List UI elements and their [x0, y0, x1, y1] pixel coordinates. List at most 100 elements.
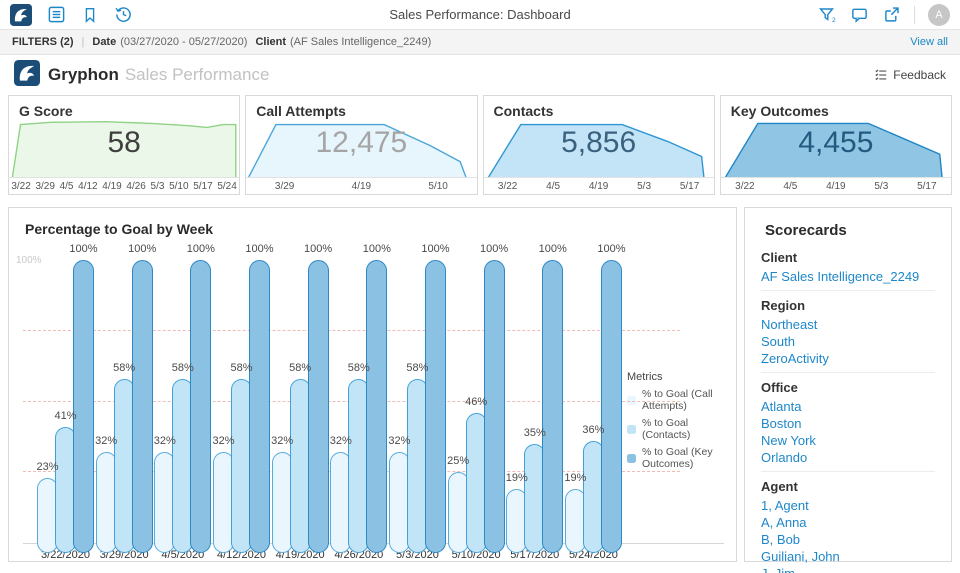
kpi-value: 4,455 [798, 126, 874, 159]
filter-icon[interactable]: 2 [817, 5, 837, 25]
bar-value-label: 100% [69, 243, 98, 255]
kpi-card-g-score: G Score 58 3/22 3/29 4/5 4/12 4/19 4/26 5/3 5/1… [8, 95, 241, 195]
scorecard-link[interactable]: Orlando [761, 449, 935, 466]
bar-group: 32% 58% 100% [212, 243, 274, 553]
scorecard-section-client: Client AF Sales Intelligence_2249 [761, 243, 935, 290]
brand-suffix: Sales Performance [124, 65, 270, 84]
legend-label: % to Goal (Contacts) [642, 417, 691, 441]
bar-group: 23% 41% 100% [36, 243, 98, 553]
scorecard-link[interactable]: South [761, 333, 935, 350]
filters-separator: | [81, 36, 85, 48]
goal-bar[interactable] [131, 260, 153, 553]
scorecard-link[interactable]: Guiliani, John [761, 548, 935, 565]
kpi-row: G Score 58 3/22 3/29 4/5 4/12 4/19 4/26 5/3 5/1… [8, 95, 952, 195]
scorecard-section-label: Region [761, 298, 806, 313]
filter-badge-count: 2 [832, 17, 836, 24]
filter-chip-date[interactable]: Date (03/27/2020 - 05/27/2020) [92, 36, 247, 48]
bar-group: 32% 58% 100% [271, 243, 332, 553]
sparkline-tick-label: 5/24 [217, 180, 237, 192]
goal-bar[interactable] [248, 260, 270, 553]
filter-chip-client[interactable]: Client (AF Sales Intelligence_2249) [255, 36, 431, 48]
sparkline-tick-label: 3/22 [735, 180, 755, 192]
scorecards-panel: Scorecards Client AF Sales Intelligence_2… [744, 207, 952, 573]
legend-title: Metrics [627, 371, 663, 383]
goal-bar[interactable] [366, 260, 388, 553]
bar-value-label: 32% [212, 435, 235, 448]
bar-value-label: 100% [128, 243, 157, 255]
filters-toggle[interactable]: FILTERS (2) [12, 36, 74, 48]
comment-icon[interactable] [850, 5, 869, 24]
sparkline-tick-label: 5/17 [679, 180, 700, 192]
legend-item[interactable]: % to Goal (Contacts) [627, 417, 736, 441]
feedback-button[interactable]: Feedback [874, 68, 946, 82]
sparkline-tick-label: 4/5 [59, 180, 74, 192]
goal-bar[interactable] [307, 260, 329, 553]
sparkline-tick-label: 3/22 [497, 180, 518, 192]
bar-value-label: 41% [54, 409, 77, 422]
scorecard-link[interactable]: Atlanta [761, 398, 935, 415]
goal-bar[interactable] [73, 260, 94, 553]
sparkline-tick-label: 5/17 [917, 180, 937, 192]
kpi-card-call-attempts: Call Attempts 12,475 3/29 4/19 5/10 [245, 95, 478, 195]
bar-value-label: 100% [245, 243, 274, 255]
brand-row: Gryphon Sales Performance Feedback [8, 55, 952, 95]
kpi-card-contacts: Contacts 5,856 3/22 4/5 4/19 5/3 5/17 [482, 95, 715, 195]
content-list-icon[interactable] [47, 5, 66, 24]
bar-value-label: 100% [480, 243, 509, 255]
feedback-icon [875, 69, 887, 81]
sparkline-x-labels: 3/22 4/5 4/19 5/3 5/17 [720, 177, 951, 194]
page-title: Sales Performance: Dashboard [389, 7, 571, 22]
gryphon-logo[interactable] [10, 3, 32, 26]
bar-value-label: 100% [597, 243, 626, 255]
sparkline-tick-label: 4/19 [102, 180, 122, 192]
avatar[interactable]: A [928, 3, 950, 26]
bar-value-label: 32% [153, 435, 176, 448]
history-icon[interactable] [114, 5, 133, 24]
scorecard-link[interactable]: 1, Agent [761, 497, 935, 514]
bar-value-label: 32% [329, 435, 352, 448]
sparkline-tick-label: 4/26 [126, 180, 146, 192]
sparkline-tick-label: 3/29 [35, 180, 55, 192]
bar-value-label: 35% [523, 426, 546, 439]
bar-value-label: 32% [388, 435, 411, 448]
filters-bar: FILTERS (2) | Date (03/27/2020 - 05/27/2… [0, 30, 960, 55]
scorecard-link[interactable]: New York [761, 432, 935, 449]
goal-bar[interactable] [600, 260, 622, 553]
scorecard-section-agent: Agent 1, Agent A, Anna B, Bob Guiliani, John… [761, 471, 935, 573]
chart-title: Percentage to Goal by Week [25, 221, 214, 237]
bar-group: 32% 58% 100% [329, 243, 391, 553]
bar-group: 32% 58% 100% [153, 243, 215, 553]
brand-name: Gryphon [48, 65, 119, 84]
goal-bar[interactable] [190, 260, 212, 553]
sparkline-tick-label: 4/19 [826, 180, 846, 192]
sparkline-tick-label: 3/29 [274, 180, 295, 192]
sparkline-tick-label: 4/12 [78, 180, 98, 192]
legend-label: % to Goal (Key Outcomes) [642, 446, 713, 470]
scorecard-section-office: Office Atlanta Boston New York Orlando [761, 372, 935, 471]
bar-value-label: 100% [421, 243, 450, 255]
legend-swatch [627, 424, 636, 434]
bar-value-label: 100% [304, 243, 333, 255]
chart-legend: Metrics % to Goal (Call Attempts)% to Go… [627, 371, 736, 475]
sparkline-tick-label: 4/19 [588, 180, 609, 192]
scorecard-link[interactable]: B, Bob [761, 531, 935, 548]
scorecard-section-label: Office [761, 380, 798, 395]
scorecard-link[interactable]: J, Jim [761, 565, 935, 573]
scorecard-link[interactable]: Northeast [761, 316, 935, 333]
sparkline-x-labels: 3/22 3/29 4/5 4/12 4/19 4/26 5/3 5/10 5/17 5/24 [9, 177, 240, 194]
sparkline-tick-label: 5/3 [874, 180, 889, 192]
bookmark-icon[interactable] [81, 6, 99, 24]
scorecard-section-label: Client [761, 250, 798, 265]
scorecard-link[interactable]: ZeroActivity [761, 350, 935, 367]
scorecard-link[interactable]: A, Anna [761, 514, 935, 531]
scorecard-link[interactable]: AF Sales Intelligence_2249 [761, 268, 935, 285]
bar-value-label: 58% [406, 361, 429, 374]
scorecard-link[interactable]: Boston [761, 415, 935, 432]
goal-bar[interactable] [542, 260, 564, 553]
view-all-link[interactable]: View all [910, 36, 948, 48]
bar-value-label: 100% [186, 243, 215, 255]
bar-value-label: 25% [447, 455, 470, 468]
goal-bar[interactable] [424, 260, 446, 553]
share-icon[interactable] [882, 5, 901, 24]
legend-item[interactable]: % to Goal (Key Outcomes) [627, 446, 736, 470]
